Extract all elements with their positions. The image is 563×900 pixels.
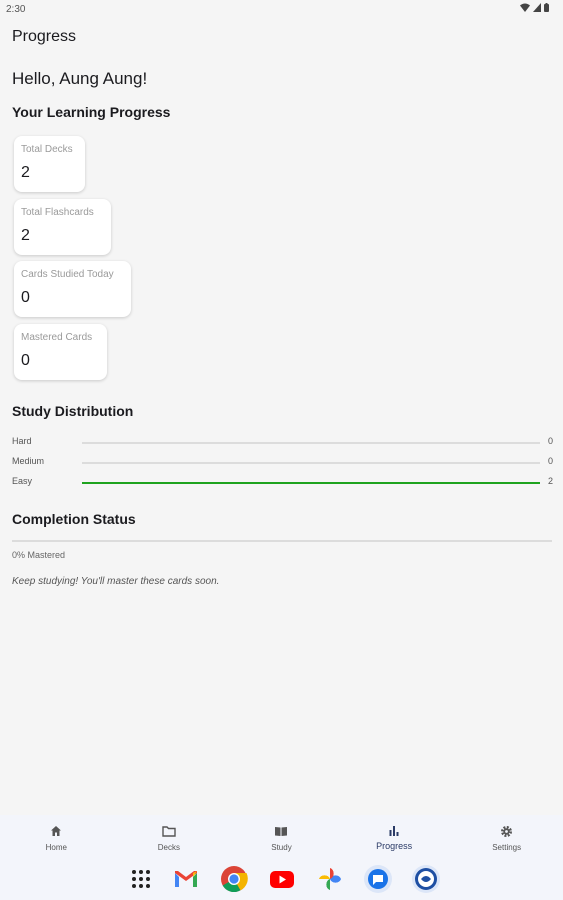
gmail-icon[interactable] [170,863,202,895]
stat-card-mastered-cards: Mastered Cards 0 [14,324,107,380]
nav-label: Decks [157,843,180,852]
messages-icon[interactable] [362,863,394,895]
book-icon [274,824,288,838]
distribution-count: 2 [547,476,553,486]
stat-value: 2 [21,164,30,181]
nav-label: Settings [492,843,522,852]
nav-item-home[interactable]: Home [0,815,113,860]
status-bar: 2:30 [0,0,563,20]
stat-label: Cards Studied Today [21,269,114,280]
status-time: 2:30 [6,4,26,15]
gear-icon [500,824,514,838]
photos-icon[interactable] [314,863,346,895]
nav-label: Study [271,843,292,852]
bottom-navigation: Home Decks Study Progress Settings [0,815,563,860]
status-icons [520,3,549,12]
bar-chart-icon [387,824,401,838]
nav-item-settings[interactable]: Settings [450,815,563,860]
app-drawer-icon[interactable] [125,863,157,895]
distribution-track [82,462,540,464]
distribution-count: 0 [547,436,553,446]
stat-value: 0 [21,352,30,369]
distribution-row-easy: Easy 2 [12,476,553,490]
distribution-track [82,442,540,444]
stat-card-total-decks: Total Decks 2 [14,136,85,192]
youtube-icon[interactable] [266,863,298,895]
nav-label: Home [45,843,67,852]
completion-section-title: Completion Status [12,511,136,527]
completion-progress-bar [12,540,552,542]
distribution-section-title: Study Distribution [12,403,134,419]
stat-value: 2 [21,227,30,244]
chrome-icon[interactable] [218,863,250,895]
signal-icon [533,3,541,12]
distribution-row-hard: Hard 0 [12,436,553,450]
system-dock [0,860,563,900]
stat-label: Total Flashcards [21,207,94,218]
stat-card-total-flashcards: Total Flashcards 2 [14,199,111,255]
progress-section-title: Your Learning Progress [12,104,171,120]
page-title: Progress [12,28,77,45]
stat-value: 0 [21,289,30,306]
distribution-count: 0 [547,456,553,466]
nav-item-progress[interactable]: Progress [338,815,451,860]
stat-label: Total Decks [21,144,73,155]
wifi-icon [520,3,530,12]
nav-item-study[interactable]: Study [225,815,338,860]
folder-icon [162,824,176,838]
completion-percent: 0% Mastered [12,550,66,560]
home-icon [49,824,63,838]
completion-message: Keep studying! You'll master these cards… [12,576,220,587]
distribution-label: Medium [12,456,45,466]
distribution-track [82,482,540,484]
distribution-fill [82,482,540,484]
greeting: Hello, Aung Aung! [12,69,148,88]
stat-label: Mastered Cards [21,332,93,343]
stat-card-cards-studied-today: Cards Studied Today 0 [14,261,131,317]
distribution-label: Easy [12,476,33,486]
battery-icon [544,3,549,12]
distribution-row-medium: Medium 0 [12,456,553,470]
nav-label: Progress [376,841,413,851]
nav-item-decks[interactable]: Decks [113,815,226,860]
distribution-label: Hard [12,436,32,446]
flashcard-app-icon[interactable] [410,863,442,895]
